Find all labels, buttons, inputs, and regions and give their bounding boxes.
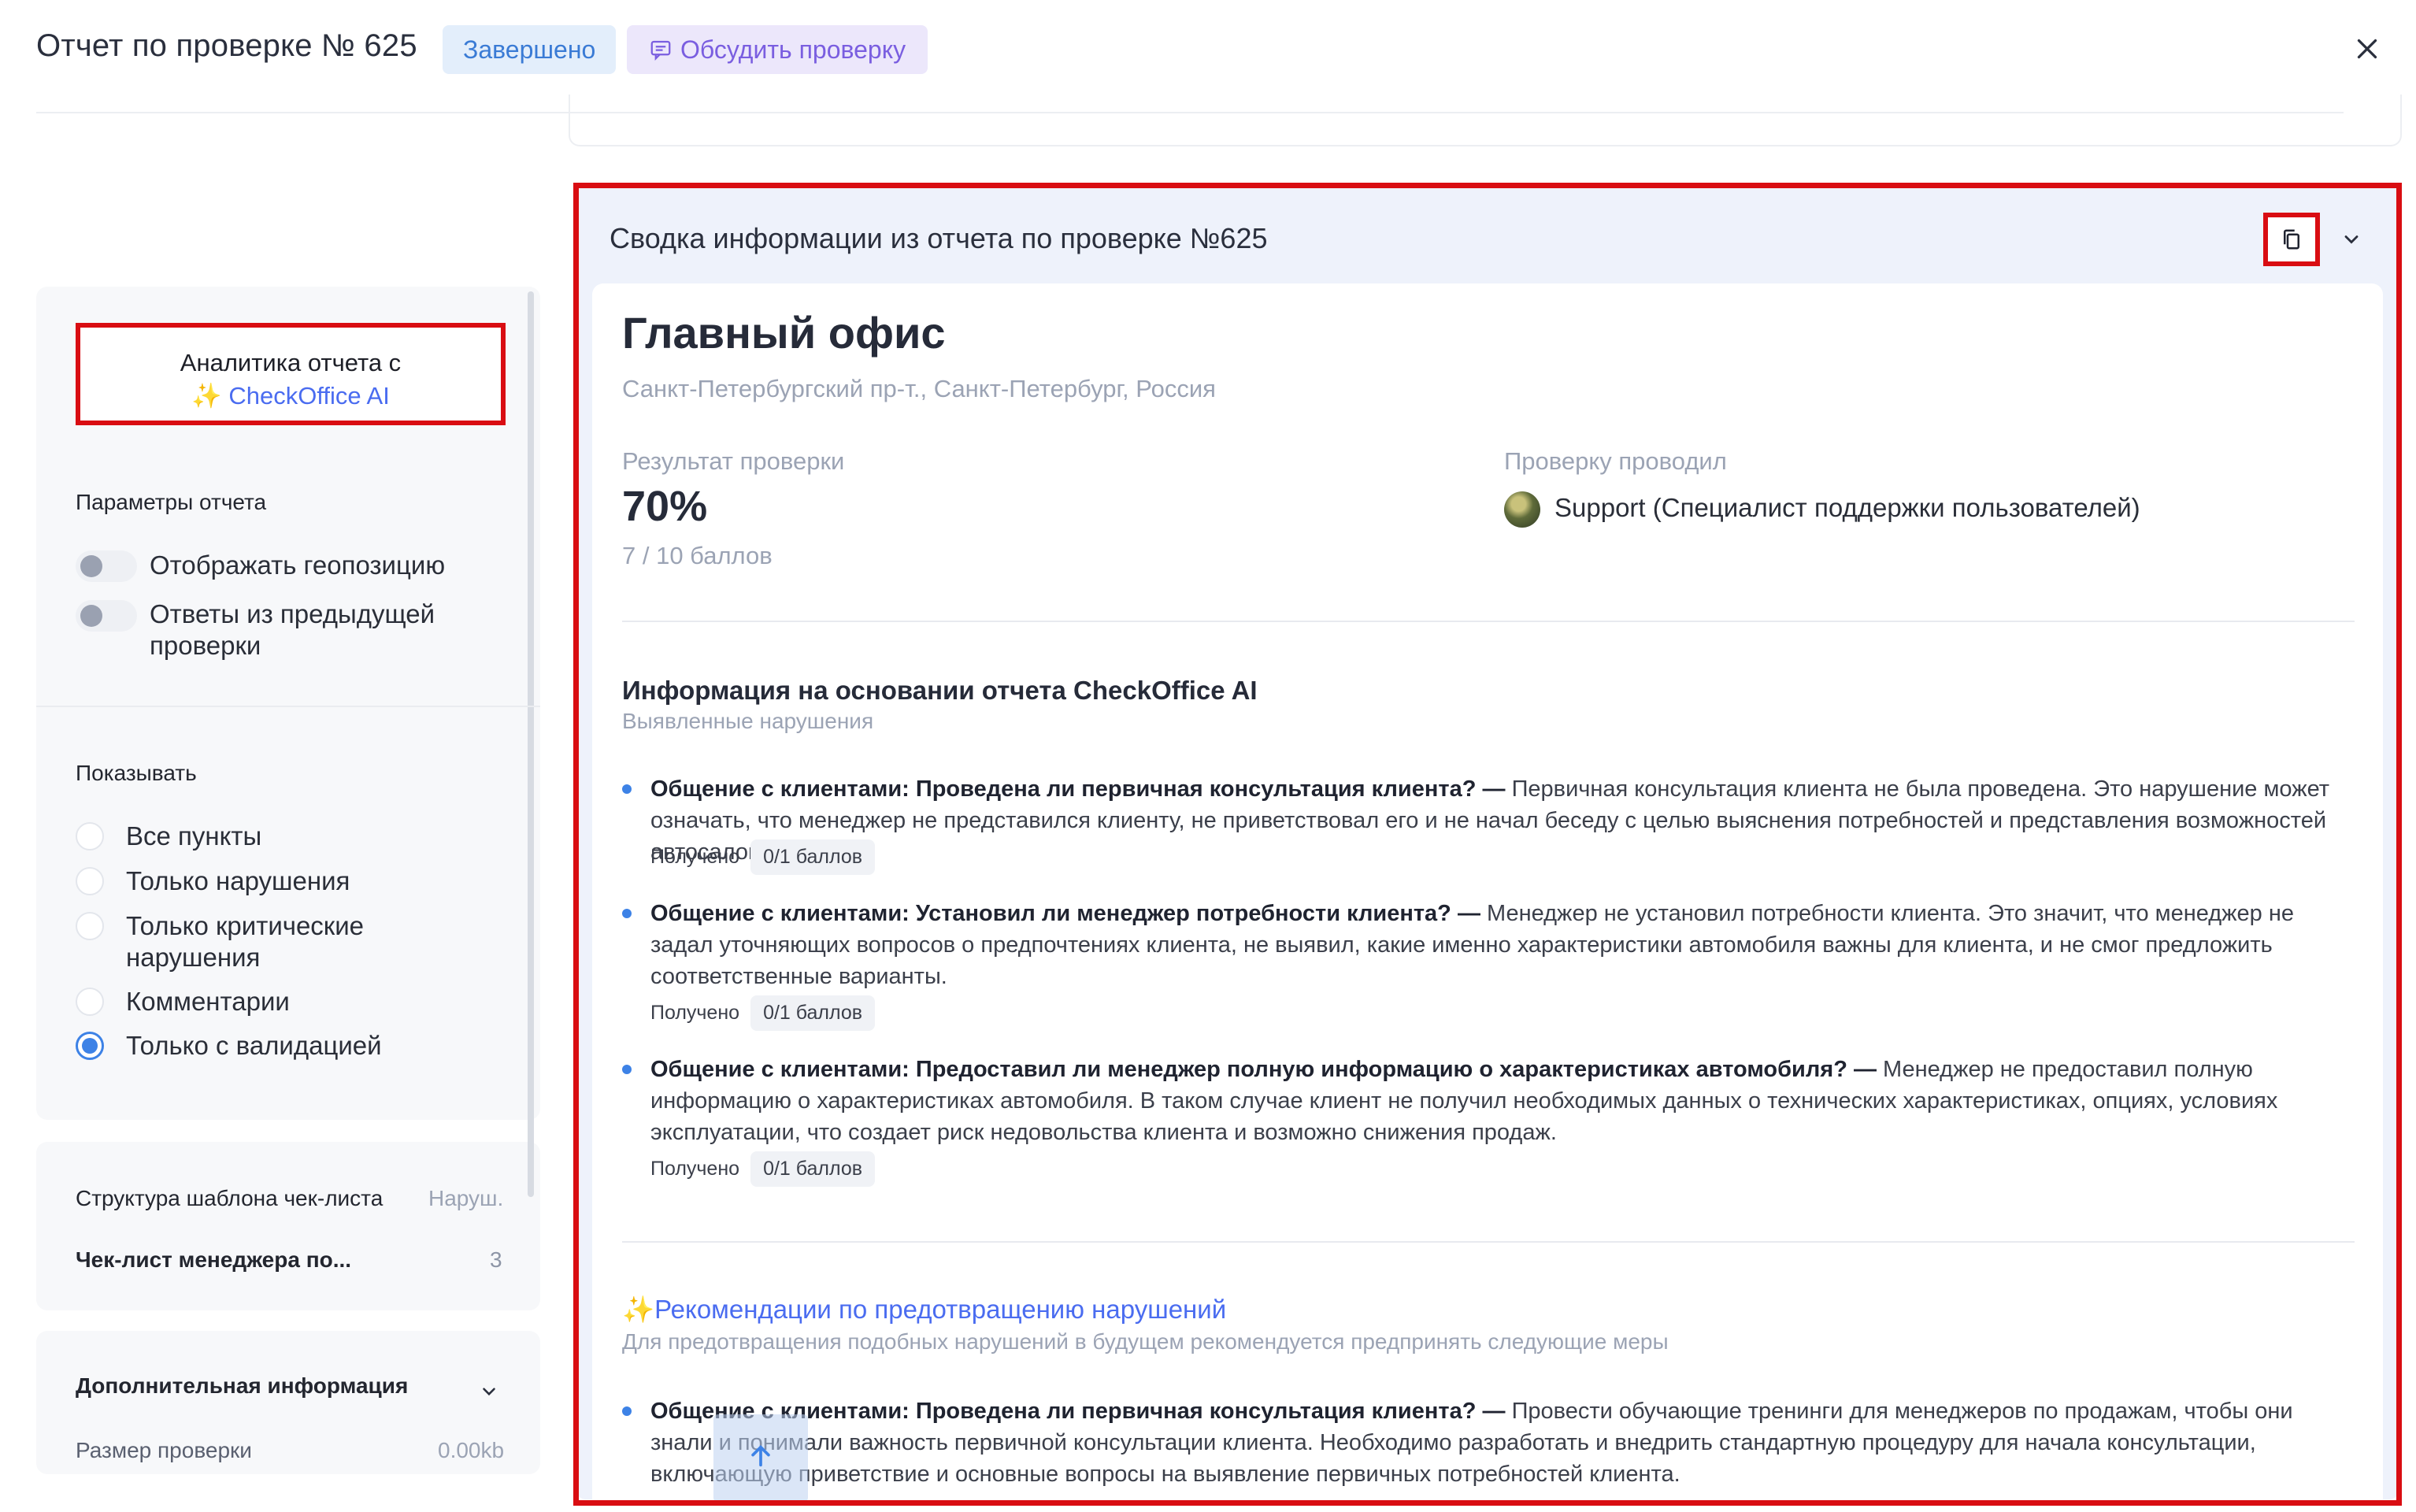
- ai-analytics-button[interactable]: Аналитика отчета с ✨ CheckOffice AI: [76, 323, 506, 425]
- additional-info-title[interactable]: Дополнительная информация: [76, 1373, 408, 1399]
- section-divider: [622, 621, 2355, 622]
- radio-violations-only-label: Только нарушения: [126, 866, 350, 895]
- sidebar-scrollbar[interactable]: [528, 291, 534, 1197]
- radio-validation-only[interactable]: [76, 1032, 104, 1060]
- copy-icon: [2284, 229, 2299, 250]
- radio-comments-label: Комментарии: [126, 987, 290, 1016]
- toggle-previous-answers[interactable]: [76, 600, 137, 632]
- recommendations-subtitle: Для предотвращения подобных нарушений в …: [622, 1329, 1669, 1354]
- toggle-geolocation[interactable]: [76, 550, 137, 582]
- close-icon[interactable]: [2353, 35, 2381, 63]
- inspector-label: Проверку проводил: [1504, 447, 1727, 475]
- list-bullet: [622, 1406, 632, 1416]
- report-params-title: Параметры отчета: [76, 490, 267, 514]
- violation-score: Получено 0/1 баллов: [650, 995, 876, 1031]
- structure-violations-col: Наруш.: [428, 1186, 504, 1210]
- radio-comments[interactable]: [76, 988, 104, 1016]
- violation-item: Общение с клиентами: Проведена ли первич…: [650, 776, 2330, 865]
- copy-button[interactable]: [2263, 213, 2320, 266]
- chevron-down-icon[interactable]: [479, 1381, 499, 1402]
- checklist-count: 3: [490, 1247, 502, 1272]
- list-bullet: [622, 909, 632, 918]
- chevron-down-icon[interactable]: [2340, 228, 2362, 250]
- section-divider: [622, 1241, 2355, 1243]
- discuss-button[interactable]: Обсудить проверку: [627, 25, 928, 74]
- checklist-structure-panel: [36, 1142, 540, 1310]
- office-name: Главный офис: [622, 308, 946, 358]
- radio-violations-only[interactable]: [76, 867, 104, 895]
- office-address: Санкт-Петербургский пр-т., Санкт-Петербу…: [622, 375, 1216, 402]
- ai-section-title: Информация на основании отчета CheckOffi…: [622, 676, 1258, 705]
- checklist-item[interactable]: Чек-лист менеджера по...: [76, 1247, 351, 1273]
- radio-critical-only[interactable]: [76, 912, 104, 940]
- result-label: Результат проверки: [622, 447, 845, 475]
- list-bullet: [622, 1065, 632, 1074]
- result-points: 7 / 10 баллов: [622, 542, 773, 569]
- result-percent: 70%: [622, 483, 708, 530]
- ai-section-subtitle: Выявленные нарушения: [622, 709, 874, 733]
- score-badge: 0/1 баллов: [750, 839, 876, 875]
- recommendation-item: Общение с клиентами: Проведена ли первич…: [650, 1399, 2293, 1487]
- radio-critical-only-label: Только критические нарушения: [126, 911, 365, 972]
- page-title: Отчет по проверке № 625: [36, 28, 417, 63]
- chat-icon: [650, 40, 671, 61]
- score-badge: 0/1 баллов: [750, 1151, 876, 1187]
- recommendations-title: ✨Рекомендации по предотвращению нарушени…: [622, 1295, 1227, 1324]
- check-size-label: Размер проверки: [76, 1438, 252, 1462]
- arrow-up-icon: [751, 1445, 770, 1467]
- discuss-button-label: Обсудить проверку: [680, 35, 906, 64]
- radio-all-items-label: Все пункты: [126, 821, 262, 850]
- violation-score: Получено 0/1 баллов: [650, 1151, 876, 1187]
- list-bullet: [622, 784, 632, 794]
- violation-item: Общение с клиентами: Предоставил ли мене…: [650, 1057, 2278, 1145]
- score-badge: 0/1 баллов: [750, 995, 876, 1031]
- violation-score: Получено 0/1 баллов: [650, 839, 876, 875]
- ai-brand-label: CheckOffice AI: [228, 382, 390, 410]
- sparkle-icon: ✨: [622, 1295, 655, 1324]
- check-size-value: 0.00kb: [438, 1438, 505, 1462]
- inspector-name: Support (Специалист поддержки пользовате…: [1554, 493, 2140, 522]
- show-title: Показывать: [76, 761, 197, 785]
- summary-panel-title: Сводка информации из отчета по проверке …: [610, 222, 1268, 254]
- toggle-previous-answers-label: Ответы из предыдущей проверки: [150, 599, 435, 660]
- avatar: [1504, 491, 1540, 528]
- previous-card-edge: [569, 94, 2402, 146]
- ai-button-line1: Аналитика отчета с: [180, 349, 402, 376]
- radio-validation-only-label: Только с валидацией: [126, 1031, 382, 1060]
- violation-item: Общение с клиентами: Установил ли менедж…: [650, 901, 2295, 989]
- scroll-to-top-button[interactable]: [713, 1414, 808, 1503]
- radio-all-items[interactable]: [76, 822, 104, 850]
- structure-title: Структура шаблона чек-листа: [76, 1186, 384, 1210]
- sidebar-divider: [36, 706, 540, 707]
- status-badge: Завершено: [443, 25, 617, 74]
- sparkle-icon: ✨: [191, 382, 222, 410]
- toggle-geolocation-label: Отображать геопозицию: [150, 550, 446, 580]
